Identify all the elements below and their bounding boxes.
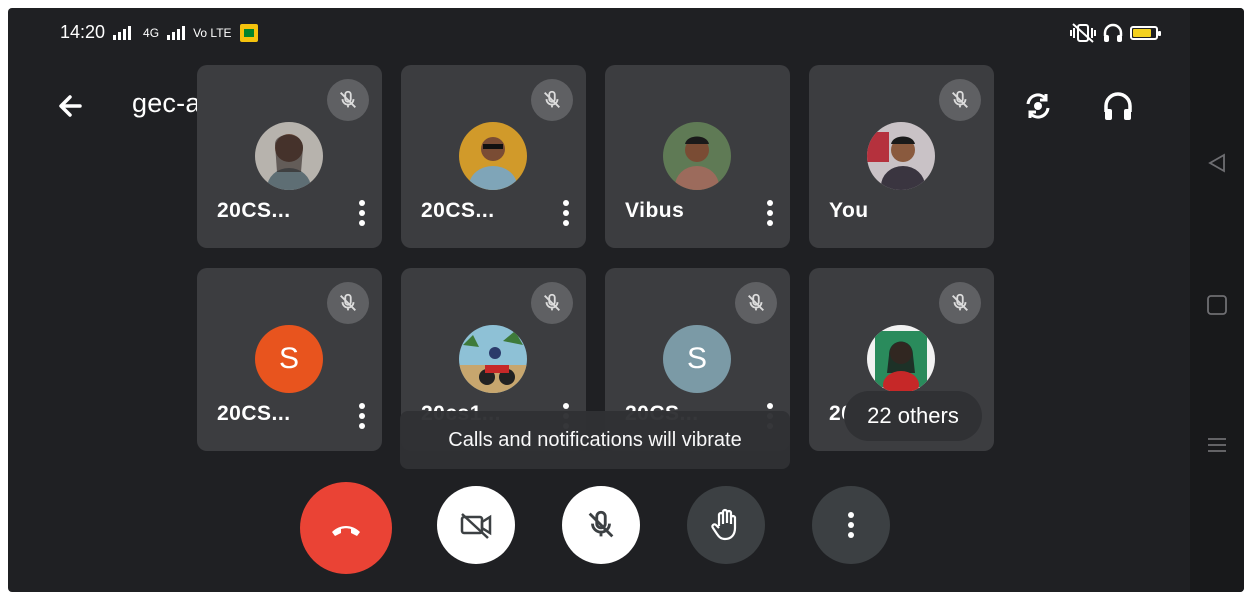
signal-icon — [113, 25, 132, 40]
avatar — [867, 325, 935, 393]
system-nav-bar — [1190, 8, 1244, 592]
participant-name: Vibus — [625, 199, 685, 222]
status-right — [1070, 22, 1161, 44]
more-vert-icon[interactable] — [352, 398, 372, 434]
status-time: 14:20 — [60, 22, 106, 42]
mic-toggle-button[interactable] — [562, 486, 640, 564]
participant-name: 20CS... — [217, 402, 291, 425]
nav-recents-icon[interactable] — [1206, 434, 1228, 456]
end-call-button[interactable] — [300, 482, 392, 574]
network-type-label: 4G — [143, 25, 160, 40]
participant-tile[interactable]: 20CS... — [401, 65, 586, 248]
nav-home-icon[interactable] — [1206, 294, 1228, 316]
back-arrow-icon[interactable] — [50, 86, 90, 126]
battery-icon — [1130, 26, 1161, 40]
mic-off-icon — [531, 79, 573, 121]
nav-back-icon[interactable] — [1205, 151, 1229, 175]
mic-off-icon — [588, 510, 614, 538]
participant-tile[interactable]: S 20CS... — [197, 268, 382, 451]
meet-app-icon — [239, 23, 258, 42]
raise-hand-button[interactable] — [687, 486, 765, 564]
mic-off-icon — [735, 282, 777, 324]
more-vert-icon — [848, 512, 854, 538]
others-chip[interactable]: 22 others — [844, 391, 982, 441]
mic-off-icon — [939, 282, 981, 324]
more-vert-icon[interactable] — [760, 195, 780, 231]
mic-off-icon — [939, 79, 981, 121]
more-options-button[interactable] — [812, 486, 890, 564]
mic-off-icon — [531, 282, 573, 324]
toast-message: Calls and notifications will vibrate — [400, 411, 790, 469]
participant-name: You — [829, 199, 869, 222]
raise-hand-icon — [711, 508, 737, 541]
camera-toggle-button[interactable] — [437, 486, 515, 564]
camera-off-icon — [460, 513, 492, 539]
status-bar: 14:20 4G Vo LTE — [60, 22, 258, 43]
vibrate-icon — [1070, 23, 1096, 43]
headset-icon — [1103, 23, 1123, 42]
avatar — [459, 325, 527, 393]
avatar — [255, 122, 323, 190]
avatar-initial: S — [663, 325, 731, 393]
avatar-initial: S — [255, 325, 323, 393]
more-vert-icon[interactable] — [556, 195, 576, 231]
signal-icon-2 — [167, 25, 186, 40]
participant-name: 20CS... — [421, 199, 495, 222]
participant-name: 20CS... — [217, 199, 291, 222]
mic-off-icon — [327, 79, 369, 121]
more-vert-icon[interactable] — [352, 195, 372, 231]
volte-label: Vo LTE — [193, 25, 232, 40]
avatar — [867, 122, 935, 190]
meet-call-screen: 14:20 4G Vo LTE gec-amqp-axj — [8, 8, 1244, 592]
avatar — [459, 122, 527, 190]
mic-off-icon — [327, 282, 369, 324]
participant-tile[interactable]: 20CS... — [197, 65, 382, 248]
participant-tile[interactable]: You — [809, 65, 994, 248]
participant-tile[interactable]: Vibus — [605, 65, 790, 248]
audio-output-headset-icon[interactable] — [1100, 88, 1136, 124]
avatar — [663, 122, 731, 190]
switch-camera-icon[interactable] — [1020, 88, 1056, 124]
end-call-icon — [332, 526, 360, 536]
